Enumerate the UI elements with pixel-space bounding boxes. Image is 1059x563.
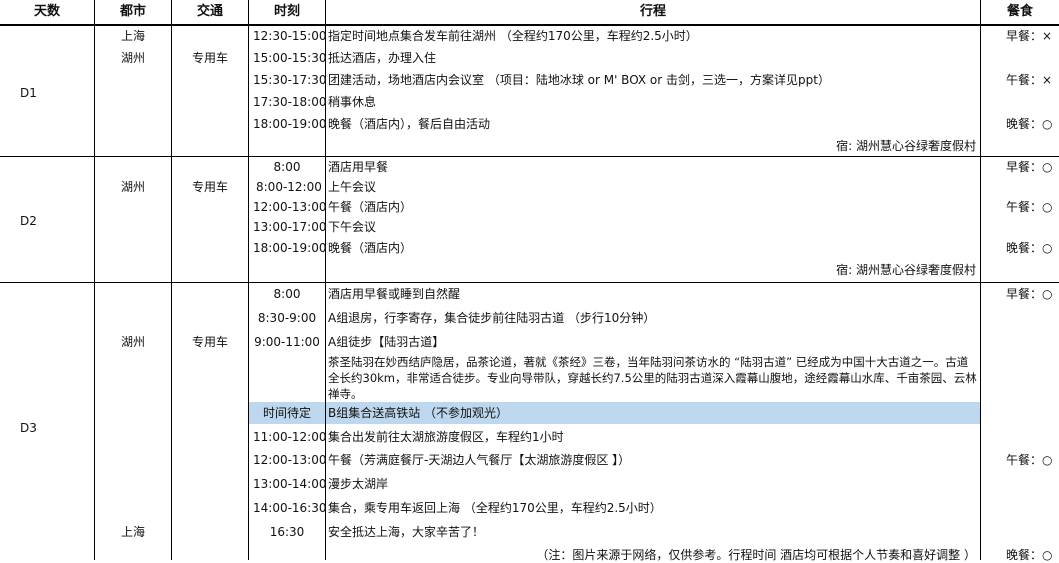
header-transport: 交通 bbox=[172, 0, 248, 24]
time-cell: 9:00-11:00 bbox=[254, 335, 320, 349]
itinerary-cell: 漫步太湖岸 bbox=[328, 477, 389, 491]
itinerary-cell: 下午会议 bbox=[328, 220, 377, 234]
itinerary-cell: 集合出发前往太湖旅游度假区，车程约1小时 bbox=[328, 430, 564, 444]
itinerary-cell: 晚餐（酒店内） bbox=[328, 241, 413, 255]
time-cell: 17:30-18:00 bbox=[253, 95, 327, 109]
meal-dinner-d3: 晚餐：○ bbox=[1006, 548, 1053, 562]
col-divider bbox=[980, 0, 981, 560]
meal-breakfast-d2: 早餐：○ bbox=[1006, 160, 1053, 174]
meal-breakfast-d1: 早餐：× bbox=[1006, 29, 1053, 43]
meal-lunch-d2: 午餐：○ bbox=[1006, 200, 1053, 214]
time-cell: 11:00-12:00 bbox=[253, 430, 327, 444]
time-cell: 14:00-16:30 bbox=[253, 501, 327, 515]
itinerary-cell: 团建活动，场地酒店内会议室 （项目：陆地冰球 or M' BOX or 击剑，三… bbox=[328, 73, 830, 87]
transport-d1: 专用车 bbox=[191, 51, 228, 65]
meal-dinner-d2: 晚餐：○ bbox=[1006, 241, 1053, 255]
itinerary-cell: 酒店用早餐或睡到自然醒 bbox=[328, 287, 461, 301]
transport-d2: 专用车 bbox=[191, 180, 228, 194]
itinerary-cell: 集合，乘专用车返回上海 （全程约170公里，车程约2.5小时） bbox=[328, 501, 662, 515]
stay-d1: 宿: 湖州慧心谷绿奢度假村 bbox=[836, 139, 976, 153]
itinerary-cell: A组徒步【陆羽古道】 bbox=[328, 335, 445, 349]
day-label-d3: D3 bbox=[20, 421, 37, 435]
header-meal: 餐食 bbox=[981, 0, 1059, 24]
header-time: 时刻 bbox=[249, 0, 325, 24]
time-cell: 13:00-17:00 bbox=[253, 220, 327, 234]
itinerary-cell: A组退房，行李寄存，集合徒步前往陆羽古道 （步行10分钟） bbox=[328, 311, 656, 325]
col-divider bbox=[171, 0, 172, 560]
transport-d3: 专用车 bbox=[191, 335, 228, 349]
day-divider-1 bbox=[0, 156, 1059, 157]
meal-lunch-d1: 午餐：× bbox=[1006, 73, 1053, 87]
city-d1-to: 湖州 bbox=[120, 51, 145, 65]
day-label-d2: D2 bbox=[20, 214, 37, 228]
time-cell: 15:30-17:30 bbox=[253, 73, 327, 87]
header-itinerary: 行程 bbox=[326, 0, 980, 24]
time-cell: 12:00-13:00 bbox=[253, 453, 327, 467]
itinerary-cell: 上午会议 bbox=[328, 180, 377, 194]
itinerary-cell: 安全抵达上海，大家辛苦了！ bbox=[328, 525, 485, 539]
time-cell: 16:30 bbox=[269, 525, 305, 539]
itinerary-cell-highlight: B组集合送高铁站 （不参加观光） bbox=[328, 406, 509, 420]
time-cell: 8:00 bbox=[273, 287, 301, 301]
city-d1-from: 上海 bbox=[120, 29, 145, 43]
itinerary-cell: 午餐（芳满庭餐厅-天湖边人气餐厅【太湖旅游度假区 】） bbox=[328, 453, 631, 467]
itinerary-cell: 指定时间地点集合发车前往湖州 （全程约170公里，车程约2.5小时） bbox=[328, 29, 698, 43]
city-d3-from: 湖州 bbox=[120, 335, 145, 349]
time-cell: 12:30-15:00 bbox=[253, 29, 327, 43]
time-cell: 15:00-15:30 bbox=[253, 51, 327, 65]
header-day: 天数 bbox=[0, 0, 94, 24]
time-cell: 18:00-19:00 bbox=[253, 117, 327, 131]
stay-d2: 宿: 湖州慧心谷绿奢度假村 bbox=[836, 263, 976, 277]
meal-dinner-d1: 晚餐：○ bbox=[1006, 117, 1053, 131]
time-cell: 8:30-9:00 bbox=[257, 311, 317, 325]
col-divider bbox=[248, 0, 249, 560]
time-cell: 12:00-13:00 bbox=[253, 200, 327, 214]
meal-lunch-d3: 午餐：○ bbox=[1006, 453, 1053, 467]
time-cell: 18:00-19:00 bbox=[253, 241, 327, 255]
note-text: （注：图片来源于网络，仅供参考。行程时间 酒店均可根据个人节奏和喜好调整 ） bbox=[536, 548, 976, 562]
time-cell-highlight: 时间待定 bbox=[262, 406, 311, 420]
time-cell: 8:00 bbox=[273, 160, 301, 174]
description-line: 茶圣陆羽在妙西结庐隐居，品茶论道，著就《茶经》三卷，当年陆羽问茶访水的 “陆羽古… bbox=[328, 355, 969, 369]
header-city: 都市 bbox=[95, 0, 171, 24]
day-divider-2 bbox=[0, 282, 1059, 283]
itinerary-cell: 午餐（酒店内） bbox=[328, 200, 413, 214]
itinerary-cell: 晚餐（酒店内），餐后自由活动 bbox=[328, 117, 491, 131]
itinerary-cell: 酒店用早餐 bbox=[328, 160, 389, 174]
time-cell: 13:00-14:00 bbox=[253, 477, 327, 491]
description-line: 全长约30km，非常适合徒步。专业向导带队，穿越长约7.5公里的陆羽古道深入霞幕… bbox=[328, 371, 977, 385]
itinerary-cell: 稍事休息 bbox=[328, 95, 377, 109]
city-d3-to: 上海 bbox=[120, 525, 145, 539]
itinerary-cell: 抵达酒店，办理入住 bbox=[328, 51, 437, 65]
description-line: 禅寺。 bbox=[328, 387, 363, 401]
city-d2: 湖州 bbox=[120, 180, 145, 194]
meal-breakfast-d3: 早餐：○ bbox=[1006, 287, 1053, 301]
header-divider bbox=[0, 24, 1059, 26]
time-cell: 8:00-12:00 bbox=[256, 180, 322, 194]
day-label-d1: D1 bbox=[20, 86, 37, 100]
col-divider bbox=[94, 0, 95, 560]
